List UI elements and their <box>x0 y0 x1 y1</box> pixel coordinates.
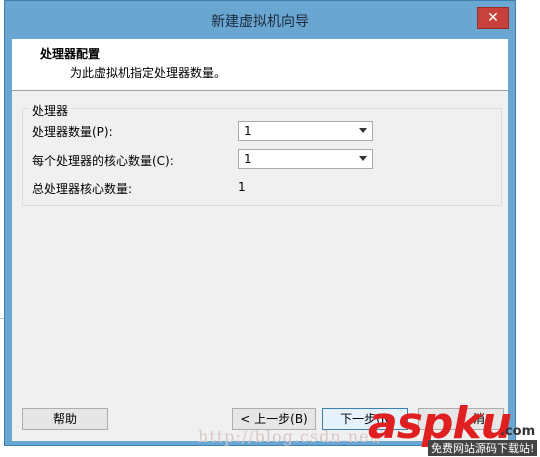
watermark-logo-suffix: .com <box>500 424 536 439</box>
header-panel: 处理器配置 为此虚拟机指定处理器数量。 <box>12 39 508 91</box>
total-cores-value: 1 <box>238 180 246 194</box>
wizard-window: 新建虚拟机向导 ✕ 处理器配置 为此虚拟机指定处理器数量。 处理器 处理器数量(… <box>4 0 516 446</box>
page-title: 处理器配置 <box>40 47 101 61</box>
processor-group-legend: 处理器 <box>30 102 71 119</box>
processor-count-value: 1 <box>244 124 252 138</box>
chevron-down-icon <box>359 156 367 161</box>
cores-per-processor-select[interactable]: 1 <box>238 149 373 169</box>
processor-count-label: 处理器数量(P): <box>32 125 113 139</box>
close-button[interactable]: ✕ <box>477 7 509 29</box>
cores-per-processor-label: 每个处理器的核心数量(C): <box>32 154 174 168</box>
background-area <box>515 0 540 457</box>
processor-count-select[interactable]: 1 <box>238 121 373 141</box>
window-title: 新建虚拟机向导 <box>211 14 309 30</box>
watermark-tagline: 免费网站源码下载站! <box>428 440 538 456</box>
dialog-body: 处理器配置 为此虚拟机指定处理器数量。 处理器 处理器数量(P): 1 每个处理… <box>12 39 508 441</box>
chevron-down-icon <box>359 128 367 133</box>
watermark-url: http://blog.csdn.net/ <box>198 427 384 446</box>
total-cores-label: 总处理器核心数量: <box>32 182 133 196</box>
title-bar[interactable]: 新建虚拟机向导 ✕ <box>5 1 515 39</box>
help-button[interactable]: 帮助 <box>22 408 108 430</box>
page-subtitle: 为此虚拟机指定处理器数量。 <box>70 66 227 80</box>
cores-per-processor-value: 1 <box>244 152 252 166</box>
close-icon: ✕ <box>487 10 499 26</box>
